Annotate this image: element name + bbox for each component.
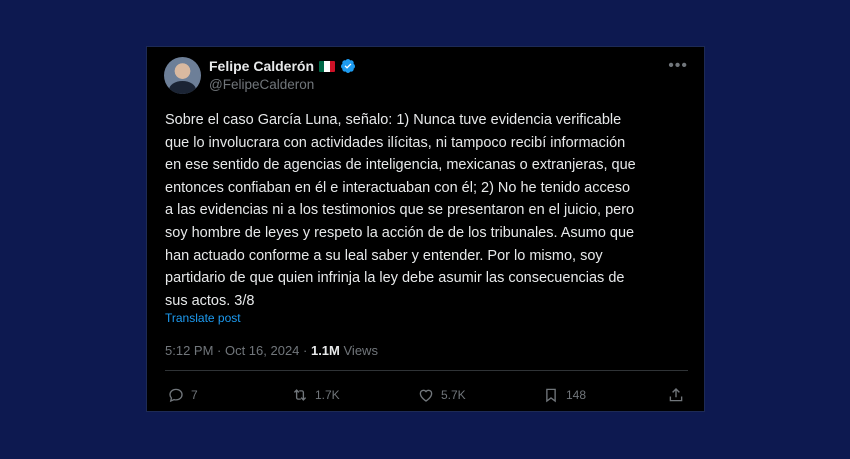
reply-icon [169, 388, 183, 403]
author-handle[interactable]: @FelipeCalderon [209, 77, 314, 92]
repost-icon [293, 389, 307, 401]
like-icon [419, 389, 433, 402]
bookmark-count: 148 [566, 388, 587, 402]
more-icon[interactable]: ••• [668, 57, 688, 75]
timestamp[interactable]: 5:12 PM · Oct 16, 2024 [165, 343, 299, 358]
views-count: 1.1M [310, 343, 340, 358]
tweet-card: Felipe Calderón @FelipeCalderon ••• Sobr… [146, 46, 705, 412]
author-name[interactable]: Felipe Calderón [209, 58, 314, 74]
share-button[interactable] [667, 386, 685, 404]
tweet-text: Sobre el caso García Luna, señalo: 1) Nu… [165, 112, 636, 309]
like-count: 5.7K [441, 388, 466, 402]
like-button[interactable]: 5.7K [417, 386, 466, 404]
repost-button[interactable]: 1.7K [291, 386, 340, 404]
verified-icon [341, 59, 356, 73]
views-label: Views [343, 343, 378, 358]
flag-icon [319, 60, 336, 72]
bookmark-icon [546, 388, 556, 403]
reply-button[interactable]: 7 [167, 386, 198, 404]
author-row: Felipe Calderón [209, 58, 356, 74]
tweet-meta: 5:12 PM · Oct 16, 2024 · 1.1M Views [165, 343, 378, 358]
share-icon [669, 388, 683, 402]
avatar[interactable] [164, 57, 201, 94]
reply-count: 7 [191, 388, 198, 402]
action-bar: 7 1.7K 5.7K 148 [167, 386, 687, 406]
divider [165, 370, 688, 371]
translate-link[interactable]: Translate post [165, 311, 241, 325]
repost-count: 1.7K [315, 388, 340, 402]
bookmark-button[interactable]: 148 [542, 386, 586, 404]
meta-separator: · [299, 343, 311, 358]
